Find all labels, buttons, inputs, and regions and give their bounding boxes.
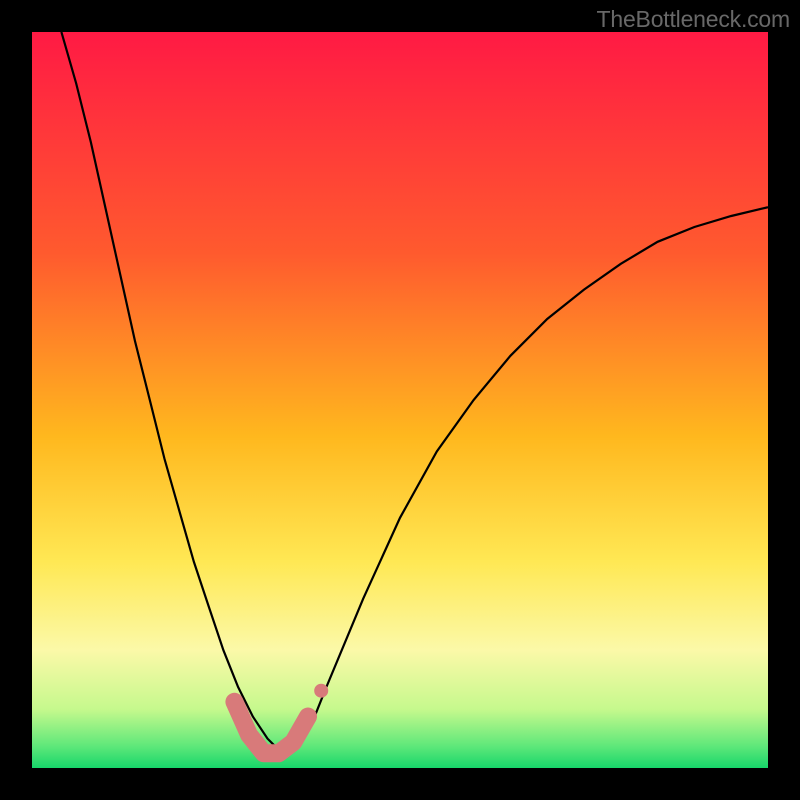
watermark-text: TheBottleneck.com bbox=[597, 6, 790, 33]
bottleneck-chart bbox=[32, 32, 768, 768]
chart-frame: TheBottleneck.com bbox=[0, 0, 800, 800]
gradient-background bbox=[32, 32, 768, 768]
plot-area bbox=[32, 32, 768, 768]
